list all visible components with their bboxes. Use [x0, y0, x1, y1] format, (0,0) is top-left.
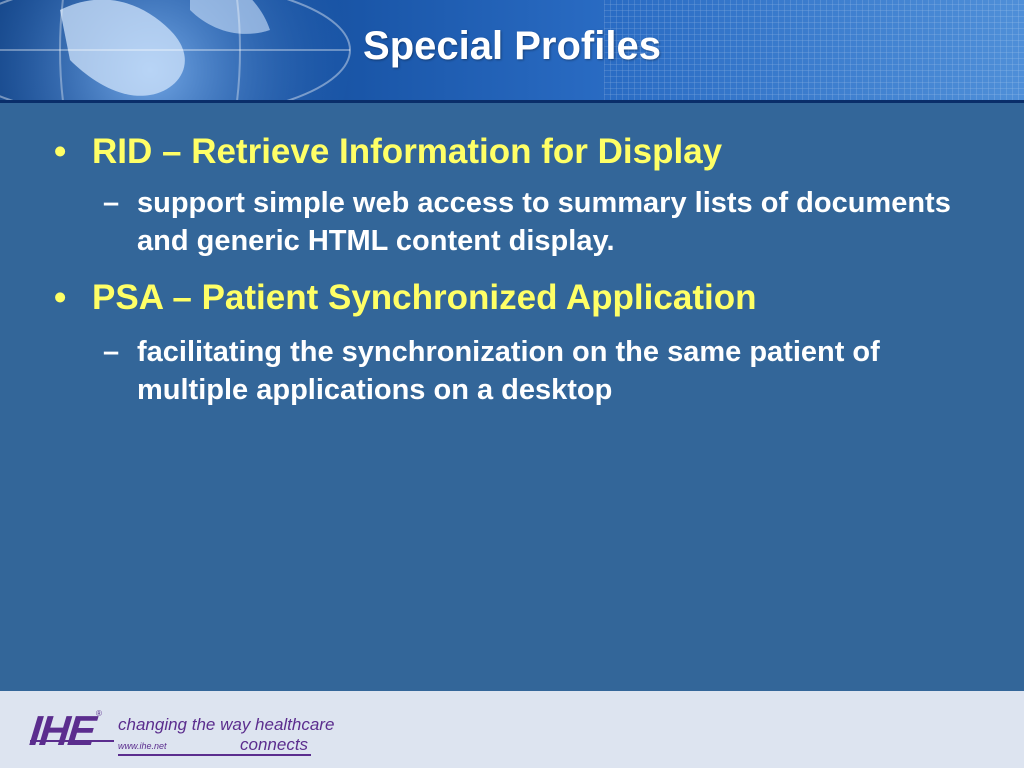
logo-connects: connects — [240, 735, 309, 754]
bullet-item-rid: • RID – Retrieve Information for Display — [54, 132, 954, 172]
logo-wordmark: IHE — [27, 707, 97, 754]
logo-slogan: changing the way healthcare — [118, 715, 335, 734]
registered-mark: ® — [96, 709, 102, 718]
sub-item-rid: – support simple web access to summary l… — [103, 184, 1003, 264]
dash-marker: – — [103, 187, 120, 219]
bullet-marker: • — [54, 132, 67, 171]
bullet-item-psa: • PSA – Patient Synchronized Application — [54, 278, 954, 318]
bullet-heading-rid: RID – Retrieve Information for Display — [92, 132, 723, 171]
bullet-heading-psa: PSA – Patient Synchronized Application — [92, 278, 757, 317]
logo-underline — [30, 740, 114, 742]
logo-url: www.ihe.net — [118, 741, 167, 751]
dash-marker: – — [103, 336, 120, 368]
sub-text-rid: support simple web access to summary lis… — [137, 187, 951, 257]
slide-body: • RID – Retrieve Information for Display… — [0, 103, 1024, 691]
footer: IHE ® changing the way healthcare www.ih… — [0, 691, 1024, 768]
bullet-marker: • — [54, 278, 67, 317]
header-banner: Special Profiles — [0, 0, 1024, 101]
ihe-logo: IHE ® changing the way healthcare www.ih… — [27, 701, 334, 761]
sub-item-psa: – facilitating the synchronization on th… — [103, 333, 1003, 413]
sub-text-psa: facilitating the synchronization on the … — [137, 336, 880, 406]
slide-title: Special Profiles — [363, 24, 661, 68]
